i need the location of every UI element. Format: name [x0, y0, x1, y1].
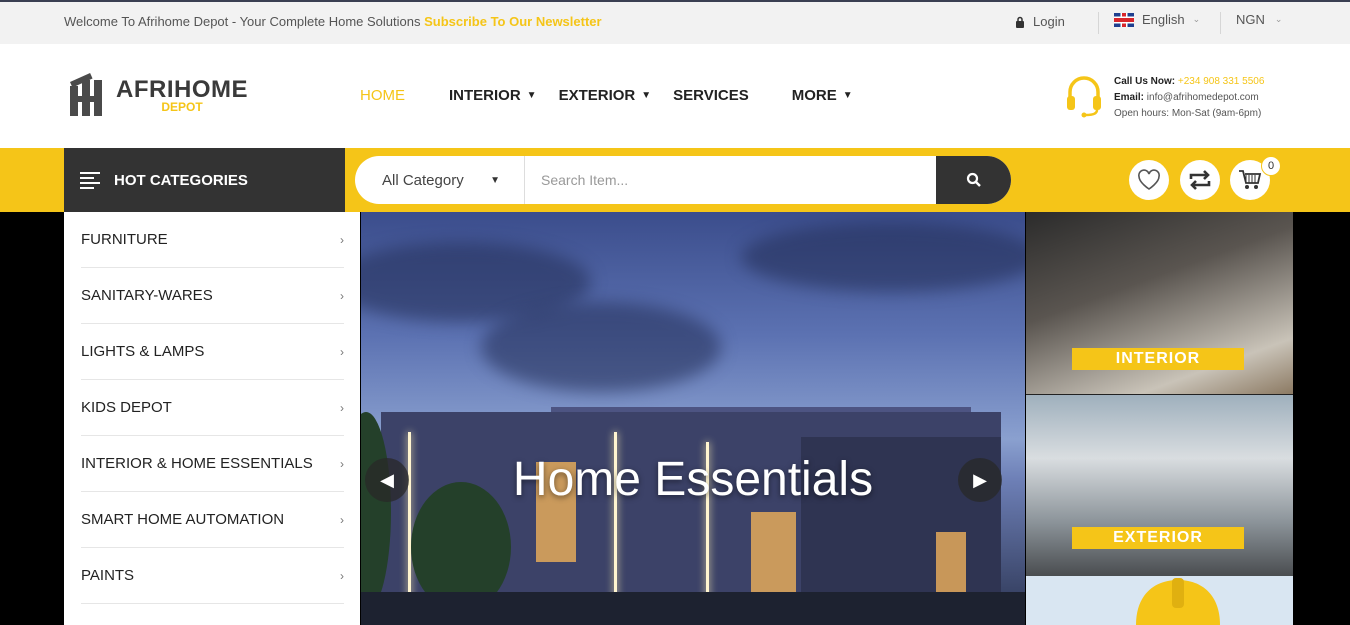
- headset-icon: [1064, 74, 1104, 118]
- divider: [1220, 12, 1221, 34]
- email-label: Email:: [1114, 92, 1145, 103]
- category-item-furniture[interactable]: FURNITURE ›: [81, 212, 344, 268]
- category-sidebar: FURNITURE › SANITARY-WARES › LIGHTS & LAMP…: [64, 212, 360, 625]
- chevron-right-icon: ›: [340, 232, 344, 247]
- category-item-paints[interactable]: PAINTS ›: [81, 548, 344, 604]
- nav-exterior[interactable]: EXTERIOR ▼: [559, 87, 652, 104]
- cart-icon: [1239, 170, 1262, 189]
- category-item-kids-depot[interactable]: KIDS DEPOT ›: [81, 380, 344, 436]
- nav-interior-label: INTERIOR: [449, 87, 521, 104]
- caret-down-icon: ▼: [641, 90, 652, 101]
- category-label: KIDS DEPOT: [81, 399, 172, 416]
- banner-label: EXTERIOR: [1072, 527, 1244, 549]
- search-bar: All Category ▼: [355, 156, 1011, 204]
- category-label: SMART HOME AUTOMATION: [81, 511, 285, 528]
- heart-icon: [1138, 169, 1160, 190]
- category-label: SANITARY-WARES: [81, 287, 213, 304]
- slider-next-button[interactable]: ▶: [958, 458, 1002, 502]
- chevron-right-icon: ›: [340, 400, 344, 415]
- hot-categories-label: HOT CATEGORIES: [114, 171, 248, 189]
- chevron-right-icon: ›: [340, 512, 344, 527]
- category-select-value: All Category: [382, 171, 464, 189]
- phone-number[interactable]: +234 908 331 5506: [1178, 76, 1264, 87]
- nav-services-label: SERVICES: [673, 87, 749, 104]
- category-item-smart-home-automation[interactable]: SMART HOME AUTOMATION ›: [81, 492, 344, 548]
- logo-text: AFRIHOME: [116, 76, 248, 103]
- wishlist-button[interactable]: [1129, 160, 1169, 200]
- search-button[interactable]: [936, 156, 1011, 204]
- slider-prev-button[interactable]: ◀: [365, 458, 409, 502]
- category-item-interior-home-essentials[interactable]: INTERIOR & HOME ESSENTIALS ›: [81, 436, 344, 492]
- hero-ground: [361, 592, 1025, 625]
- welcome-message: Welcome To Afrihome Depot - Your Complet…: [64, 14, 602, 29]
- banner-label: INTERIOR: [1072, 348, 1244, 370]
- nav-services[interactable]: SERVICES: [673, 87, 749, 104]
- caret-down-icon: ▼: [526, 90, 537, 101]
- currency-label: NGN: [1236, 12, 1265, 27]
- lock-icon: [1016, 16, 1024, 28]
- uk-flag-icon: [1114, 12, 1134, 27]
- login-link[interactable]: Login: [1015, 14, 1065, 29]
- banner-services[interactable]: [1026, 576, 1293, 625]
- compare-button[interactable]: [1180, 160, 1220, 200]
- language-label: English: [1142, 12, 1185, 27]
- category-item-sanitary-wares[interactable]: SANITARY-WARES ›: [81, 268, 344, 324]
- divider: [1098, 12, 1099, 34]
- category-label: INTERIOR & HOME ESSENTIALS: [81, 455, 313, 472]
- contact-info: Call Us Now: +234 908 331 5506 Email: in…: [1064, 74, 1264, 122]
- currency-selector[interactable]: NGN ⌄: [1236, 12, 1282, 27]
- main-nav: HOME INTERIOR ▼ EXTERIOR ▼ SERVICES MORE…: [360, 87, 853, 104]
- chevron-right-icon: ▶: [973, 469, 987, 490]
- nav-interior[interactable]: INTERIOR ▼: [449, 87, 537, 104]
- language-selector[interactable]: English ⌄: [1114, 12, 1200, 27]
- category-label: PAINTS: [81, 567, 135, 584]
- cart-count-badge: 0: [1261, 156, 1281, 176]
- welcome-text: Welcome To Afrihome Depot - Your Complet…: [64, 14, 421, 29]
- open-hours: Open hours: Mon-Sat (9am-6pm): [1114, 108, 1262, 119]
- category-item-lights-lamps[interactable]: LIGHTS & LAMPS ›: [81, 324, 344, 380]
- hero-cloud: [481, 302, 721, 392]
- banner-interior[interactable]: INTERIOR: [1026, 212, 1293, 394]
- site-logo[interactable]: AFRIHOME DEPOT: [68, 73, 248, 116]
- hero-window: [936, 532, 966, 592]
- nav-home[interactable]: HOME: [360, 87, 405, 104]
- caret-down-icon: ▼: [842, 90, 853, 101]
- chevron-right-icon: ›: [340, 344, 344, 359]
- hot-categories-toggle[interactable]: HOT CATEGORIES: [64, 148, 345, 212]
- chevron-right-icon: ›: [340, 288, 344, 303]
- nav-home-label: HOME: [360, 87, 405, 104]
- category-label: LIGHTS & LAMPS: [81, 343, 205, 360]
- search-icon: [966, 172, 981, 187]
- category-select[interactable]: All Category ▼: [355, 156, 525, 204]
- caret-down-icon: ▼: [490, 174, 500, 186]
- compare-icon: [1189, 170, 1211, 190]
- newsletter-link[interactable]: Subscribe To Our Newsletter: [424, 14, 601, 29]
- chevron-down-icon: ⌄: [1274, 14, 1283, 24]
- hero-window: [751, 512, 796, 592]
- chevron-right-icon: ›: [340, 456, 344, 471]
- call-label: Call Us Now:: [1114, 76, 1176, 87]
- email-address[interactable]: info@afrihomedepot.com: [1147, 92, 1259, 103]
- hero-title: Home Essentials: [512, 453, 874, 506]
- header: AFRIHOME DEPOT HOME INTERIOR ▼ EXTERIOR …: [0, 44, 1350, 148]
- banner-exterior[interactable]: EXTERIOR: [1026, 394, 1293, 576]
- nav-more-label: MORE: [791, 87, 837, 104]
- nav-exterior-label: EXTERIOR: [558, 87, 636, 104]
- chevron-left-icon: ◀: [380, 469, 394, 490]
- menu-icon: [80, 169, 100, 192]
- chevron-right-icon: ›: [340, 568, 344, 583]
- hard-hat-icon: [1136, 578, 1220, 625]
- login-label: Login: [1033, 14, 1065, 29]
- hero-slider: Home Essentials ◀ ▶: [361, 212, 1025, 625]
- search-input[interactable]: [525, 156, 936, 204]
- hero-cloud: [741, 222, 1025, 292]
- category-label: FURNITURE: [81, 231, 168, 248]
- logo-mark-icon: [68, 73, 110, 116]
- top-bar: Welcome To Afrihome Depot - Your Complet…: [0, 0, 1350, 44]
- chevron-down-icon: ⌄: [1192, 14, 1201, 24]
- nav-more[interactable]: MORE ▼: [792, 87, 853, 104]
